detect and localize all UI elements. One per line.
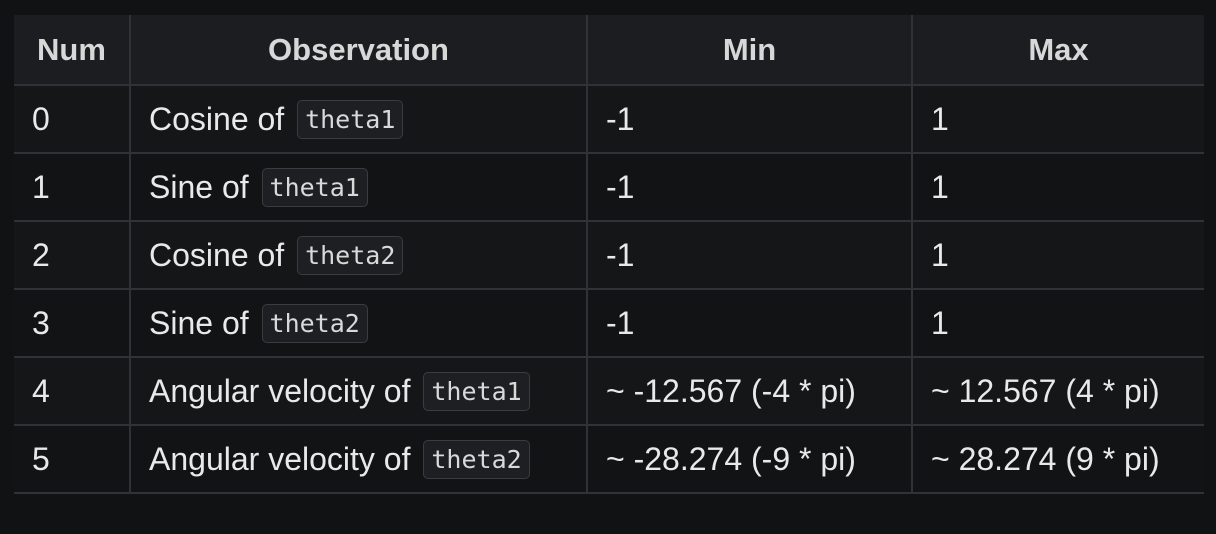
cell-num: 4 <box>14 356 131 426</box>
cell-min: -1 <box>586 220 913 290</box>
cell-min: -1 <box>586 152 913 222</box>
observation-code: theta2 <box>297 236 404 275</box>
header-max: Max <box>911 15 1204 86</box>
cell-observation: Sine of theta2 <box>129 288 588 358</box>
header-observation: Observation <box>129 15 588 86</box>
cell-observation: Cosine of theta2 <box>129 220 588 290</box>
observation-text: Sine of <box>149 305 249 342</box>
cell-max: 1 <box>911 152 1204 222</box>
table-body: 0 Cosine of theta1 -1 1 1 Sine of theta1… <box>14 84 1204 494</box>
cell-num: 0 <box>14 84 131 154</box>
observation-code: theta1 <box>423 372 530 411</box>
cell-max: ~ 12.567 (4 * pi) <box>911 356 1204 426</box>
cell-observation: Angular velocity of theta2 <box>129 424 588 494</box>
observation-code: theta2 <box>423 440 530 479</box>
observation-text: Angular velocity of <box>149 441 411 478</box>
table-header: Num Observation Min Max <box>14 15 1204 86</box>
cell-max: 1 <box>911 288 1204 358</box>
header-min: Min <box>586 15 913 86</box>
cell-num: 2 <box>14 220 131 290</box>
cell-num: 1 <box>14 152 131 222</box>
header-row: Num Observation Min Max <box>14 15 1204 86</box>
table-row: 5 Angular velocity of theta2 ~ -28.274 (… <box>14 424 1204 494</box>
observation-code: theta1 <box>297 100 404 139</box>
observation-text: Sine of <box>149 169 249 206</box>
table-row: 3 Sine of theta2 -1 1 <box>14 288 1204 358</box>
cell-min: -1 <box>586 84 913 154</box>
observation-code: theta1 <box>261 168 368 207</box>
page: Num Observation Min Max 0 Cosine of thet… <box>0 0 1216 534</box>
observation-space-table: Num Observation Min Max 0 Cosine of thet… <box>14 15 1204 494</box>
table-row: 1 Sine of theta1 -1 1 <box>14 152 1204 222</box>
observation-text: Cosine of <box>149 237 285 274</box>
cell-num: 5 <box>14 424 131 494</box>
table-row: 0 Cosine of theta1 -1 1 <box>14 84 1204 154</box>
cell-observation: Cosine of theta1 <box>129 84 588 154</box>
cell-observation: Angular velocity of theta1 <box>129 356 588 426</box>
observation-code: theta2 <box>261 304 368 343</box>
table-row: 2 Cosine of theta2 -1 1 <box>14 220 1204 290</box>
table-row: 4 Angular velocity of theta1 ~ -12.567 (… <box>14 356 1204 426</box>
cell-min: ~ -12.567 (-4 * pi) <box>586 356 913 426</box>
cell-num: 3 <box>14 288 131 358</box>
cell-min: -1 <box>586 288 913 358</box>
cell-max: 1 <box>911 84 1204 154</box>
observation-text: Cosine of <box>149 101 285 138</box>
cell-observation: Sine of theta1 <box>129 152 588 222</box>
cell-min: ~ -28.274 (-9 * pi) <box>586 424 913 494</box>
header-num: Num <box>14 15 131 86</box>
cell-max: ~ 28.274 (9 * pi) <box>911 424 1204 494</box>
cell-max: 1 <box>911 220 1204 290</box>
observation-text: Angular velocity of <box>149 373 411 410</box>
